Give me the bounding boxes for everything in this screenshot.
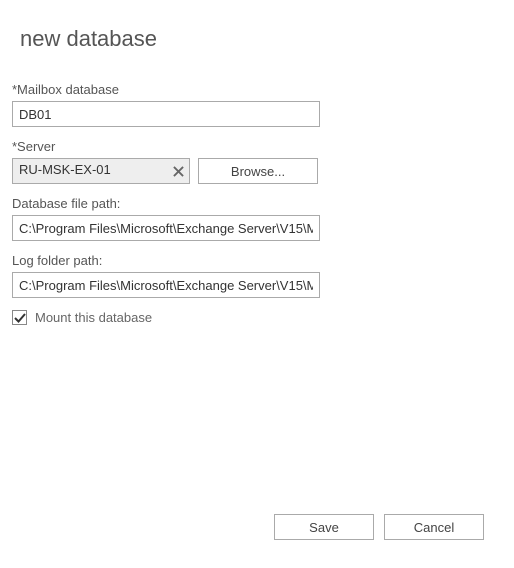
server-label: *Server (12, 139, 502, 154)
mailbox-database-field: *Mailbox database (12, 82, 502, 127)
mailbox-database-input[interactable] (12, 101, 320, 127)
database-file-path-field: Database file path: (12, 196, 502, 241)
log-folder-path-label: Log folder path: (12, 253, 502, 268)
log-folder-path-input[interactable] (12, 272, 320, 298)
mount-database-row: Mount this database (12, 310, 502, 325)
log-folder-path-field: Log folder path: (12, 253, 502, 298)
page-title: new database (20, 26, 502, 52)
footer-buttons: Save Cancel (274, 514, 484, 540)
browse-button[interactable]: Browse... (198, 158, 318, 184)
mailbox-database-label: *Mailbox database (12, 82, 502, 97)
clear-icon[interactable] (167, 159, 189, 183)
mount-database-checkbox[interactable] (12, 310, 27, 325)
server-picker[interactable]: RU-MSK-EX-01 (12, 158, 190, 184)
cancel-button[interactable]: Cancel (384, 514, 484, 540)
save-button[interactable]: Save (274, 514, 374, 540)
database-file-path-input[interactable] (12, 215, 320, 241)
server-value: RU-MSK-EX-01 (13, 159, 167, 183)
check-icon (14, 312, 26, 324)
database-file-path-label: Database file path: (12, 196, 502, 211)
server-field: *Server RU-MSK-EX-01 Browse... (12, 139, 502, 184)
mount-database-label: Mount this database (35, 310, 152, 325)
